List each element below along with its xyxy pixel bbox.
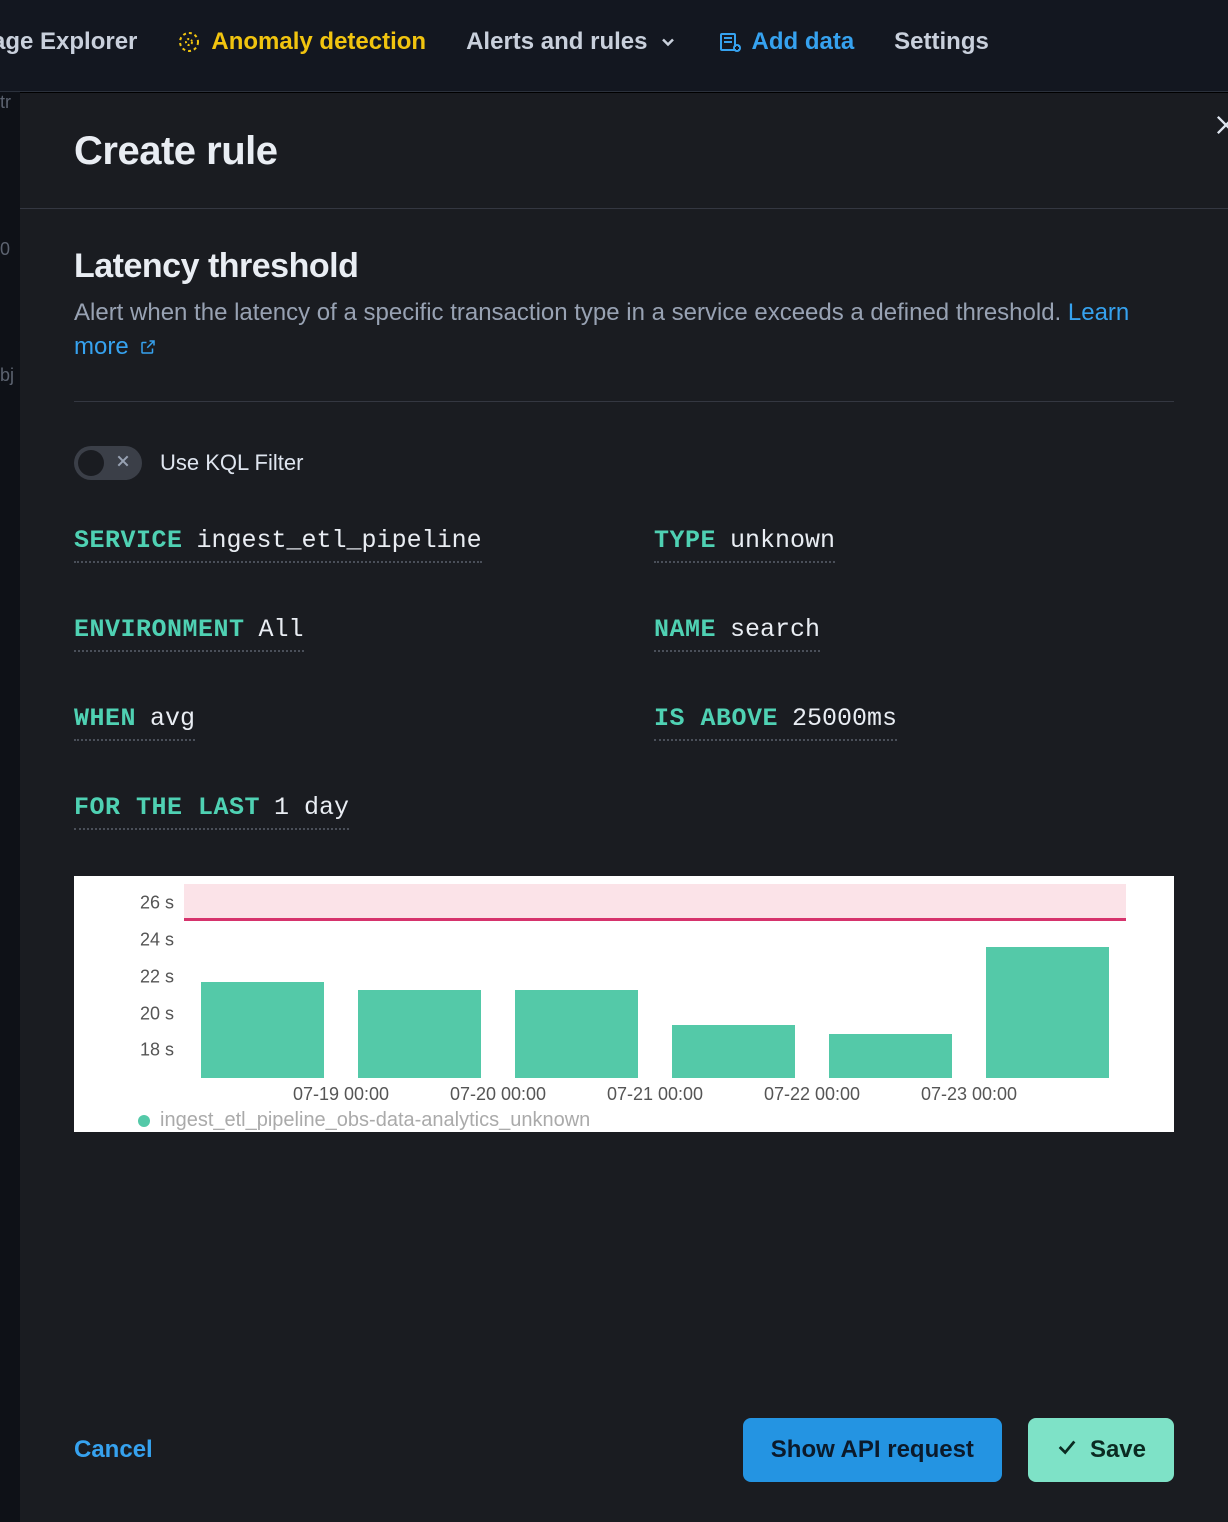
- nav-settings[interactable]: Settings: [894, 28, 989, 56]
- latency-preview-chart: ingest_etl_pipeline_obs-data-analytics_u…: [74, 876, 1174, 1132]
- chart-bar: [201, 982, 323, 1078]
- expression-value: All: [259, 615, 304, 644]
- save-button[interactable]: Save: [1028, 1418, 1174, 1482]
- check-icon: [1056, 1436, 1078, 1465]
- legend-dot-icon: [138, 1115, 150, 1127]
- chart-ytick: 24 s: [140, 929, 174, 950]
- chart-xtick: 07-21 00:00: [607, 1084, 703, 1105]
- chart-bar: [672, 1025, 794, 1079]
- nav-label: Add data: [752, 28, 855, 56]
- chart-bar: [986, 947, 1108, 1078]
- nav-label: Alerts and rules: [466, 28, 647, 56]
- chart-ytick: 20 s: [140, 1003, 174, 1024]
- create-rule-flyout: Create rule Latency threshold Alert when…: [20, 92, 1228, 1522]
- divider: [74, 401, 1174, 402]
- nav-storage-explorer[interactable]: torage Explorer: [0, 28, 137, 56]
- chart-bar: [515, 990, 637, 1079]
- chart-xtick: 07-23 00:00: [921, 1084, 1017, 1105]
- chart-xtick: 07-19 00:00: [293, 1084, 389, 1105]
- expression-label: NAME: [654, 615, 716, 644]
- top-nav: torage Explorer Anomaly detection Alerts…: [0, 0, 1228, 92]
- nav-label: Settings: [894, 28, 989, 56]
- section-title: Latency threshold: [74, 247, 1174, 286]
- background-page-fragment: tr0bj: [0, 92, 20, 1522]
- toggle-knob: [78, 450, 104, 476]
- nav-label: torage Explorer: [0, 28, 137, 56]
- expression-value: search: [730, 615, 820, 644]
- kql-filter-label: Use KQL Filter: [160, 450, 303, 476]
- expression-grid: SERVICE ingest_etl_pipeline TYPE unknown…: [74, 526, 1174, 830]
- flyout-header: Create rule: [20, 93, 1228, 209]
- expression-when[interactable]: WHEN avg: [74, 704, 594, 741]
- expression-label: FOR THE LAST: [74, 793, 260, 822]
- section-description: Alert when the latency of a specific tra…: [74, 296, 1174, 363]
- expression-label: TYPE: [654, 526, 716, 555]
- expression-label: SERVICE: [74, 526, 183, 555]
- show-api-label: Show API request: [771, 1436, 974, 1464]
- close-icon[interactable]: [1212, 111, 1228, 144]
- expression-type[interactable]: TYPE unknown: [654, 526, 1174, 563]
- expression-label: IS ABOVE: [654, 704, 778, 733]
- toggle-off-icon: [115, 453, 131, 474]
- expression-label: WHEN: [74, 704, 136, 733]
- description-text: Alert when the latency of a specific tra…: [74, 299, 1068, 326]
- expression-is-above[interactable]: IS ABOVE 25000ms: [654, 704, 1174, 741]
- chevron-down-icon: [658, 32, 678, 52]
- nav-anomaly-detection[interactable]: Anomaly detection: [177, 28, 426, 56]
- expression-name[interactable]: NAME search: [654, 615, 1174, 652]
- nav-label: Anomaly detection: [211, 28, 426, 56]
- cancel-button[interactable]: Cancel: [74, 1436, 153, 1464]
- kql-filter-toggle-row: Use KQL Filter: [74, 446, 1174, 480]
- add-data-icon: [718, 30, 742, 54]
- expression-for-the-last[interactable]: FOR THE LAST 1 day: [74, 793, 594, 830]
- anomaly-icon: [177, 30, 201, 54]
- expression-value: avg: [150, 704, 195, 733]
- chart-legend: ingest_etl_pipeline_obs-data-analytics_u…: [138, 1109, 590, 1132]
- nav-alerts-rules[interactable]: Alerts and rules: [466, 28, 677, 56]
- chart-ytick: 18 s: [140, 1040, 174, 1061]
- expression-value: 25000ms: [792, 704, 897, 733]
- chart-plot-area: [184, 884, 1126, 1078]
- save-label: Save: [1090, 1436, 1146, 1464]
- nav-add-data[interactable]: Add data: [718, 28, 855, 56]
- show-api-request-button[interactable]: Show API request: [743, 1418, 1002, 1482]
- chart-ytick: 26 s: [140, 892, 174, 913]
- expression-value: ingest_etl_pipeline: [197, 526, 482, 555]
- kql-filter-toggle[interactable]: [74, 446, 142, 480]
- expression-label: ENVIRONMENT: [74, 615, 245, 644]
- flyout-title: Create rule: [74, 129, 1174, 174]
- expression-value: unknown: [730, 526, 835, 555]
- legend-series-name: ingest_etl_pipeline_obs-data-analytics_u…: [160, 1109, 590, 1132]
- flyout-body: Latency threshold Alert when the latency…: [20, 209, 1228, 1390]
- chart-bar: [829, 1034, 951, 1078]
- expression-value: 1 day: [274, 793, 349, 822]
- chart-xtick: 07-22 00:00: [764, 1084, 860, 1105]
- flyout-footer: Cancel Show API request Save: [20, 1390, 1228, 1522]
- chart-xtick: 07-20 00:00: [450, 1084, 546, 1105]
- cancel-label: Cancel: [74, 1436, 153, 1463]
- expression-environment[interactable]: ENVIRONMENT All: [74, 615, 594, 652]
- expression-service[interactable]: SERVICE ingest_etl_pipeline: [74, 526, 594, 563]
- chart-bar: [358, 990, 480, 1079]
- chart-bars: [184, 884, 1126, 1078]
- chart-ytick: 22 s: [140, 966, 174, 987]
